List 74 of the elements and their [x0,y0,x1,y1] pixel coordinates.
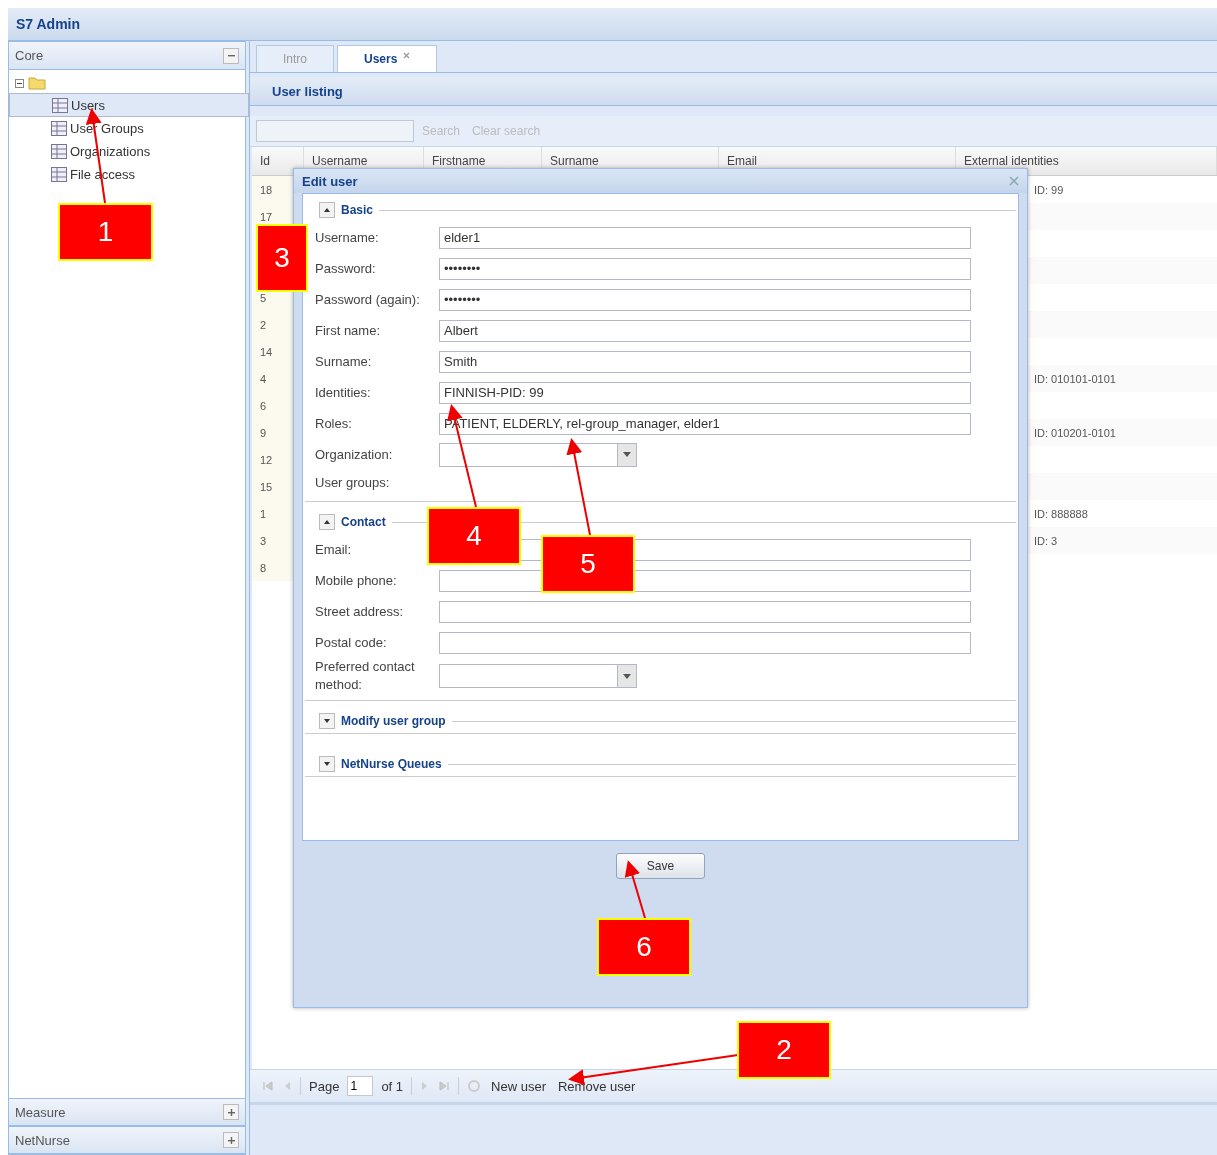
section-title: Contact [341,515,386,529]
folder-icon [28,76,46,90]
callout-tooltip: 5 [541,535,635,593]
field-label: User groups: [315,473,391,492]
page-count: of 1 [381,1078,404,1094]
dialog-title: Edit user [302,173,358,189]
input-field[interactable]: Albert [439,319,971,342]
collapse-icon[interactable] [319,514,335,530]
field-label: Street address: [315,602,405,621]
toolbar-button[interactable]: New user [489,1078,548,1094]
dropdown-arrow-icon [623,452,631,457]
input-field[interactable]: FINNISH-PID: 99 [439,381,971,404]
dropdown-arrow-icon [623,673,631,679]
app-title: S7 Admin [15,16,81,32]
field-label: Username: [315,228,380,247]
save-button[interactable]: Save [616,853,705,879]
table-cell: ID: 010101-0101 [1034,372,1116,385]
callout-tooltip: 1 [58,203,153,261]
close-icon[interactable] [403,51,411,59]
field-label: Surname: [315,352,373,371]
callout-tooltip: 4 [427,507,521,565]
expand-icon[interactable] [223,1132,239,1148]
collapse-icon[interactable] [223,47,239,64]
table-cell: ID: 99 [1034,183,1064,196]
callout-tooltip: 3 [256,224,308,292]
input-field[interactable]: Smith [439,350,971,373]
panel-title: User listing [272,83,343,99]
table-cell: ID: 3 [1034,534,1058,547]
panel-header[interactable]: Core [9,42,245,70]
panel-header[interactable]: NetNurse [9,1126,245,1154]
section-title: Basic [341,203,374,217]
field-label: Postal code: [315,633,388,652]
callout-tooltip: 6 [597,918,691,976]
field-label: Password (again): [315,290,421,309]
field-label: Roles: [315,414,353,433]
page-field[interactable]: 1 [347,1076,374,1096]
panel-title: NetNurse [15,1132,70,1148]
table-icon [52,97,68,113]
field-label: Email: [315,540,353,559]
field-label: Preferred contact method: [315,658,416,694]
tree-item[interactable]: Users [9,93,249,117]
panel-title: Measure [15,1104,66,1120]
search-field[interactable] [256,120,414,142]
input-field[interactable] [439,600,971,623]
panel-title: Core [15,48,44,63]
dropdown-field[interactable] [439,664,637,688]
field-label: Identities: [315,383,372,402]
page-label: Page [309,1078,340,1094]
input-field[interactable] [439,631,971,654]
table-cell: ID: 010201-0101 [1034,426,1116,439]
input-field[interactable]: •••••••• [439,257,971,280]
arrow [624,860,646,919]
field-label: Mobile phone: [315,571,398,590]
toolbar-button[interactable]: Remove user [556,1078,638,1094]
expand-icon[interactable] [223,1104,239,1120]
field-label: Organization: [315,445,394,464]
tab[interactable]: Users [337,45,438,72]
input-field[interactable]: elder1 [439,226,971,249]
section-title: NetNurse Queues [341,757,442,771]
callout-tooltip: 2 [737,1021,831,1079]
collapse-icon[interactable] [319,202,335,218]
field-label: First name: [315,321,381,340]
field-label: Password: [315,259,377,278]
expand-icon[interactable] [319,756,335,772]
expand-icon[interactable] [319,713,335,729]
tree-collapse-icon[interactable] [15,77,27,89]
table-icon [51,121,67,136]
section-title: Modify user group [341,714,446,728]
input-field[interactable]: •••••••• [439,288,971,311]
table-icon [51,144,67,159]
dropdown-field[interactable] [439,442,637,467]
panel-header[interactable]: Measure [9,1098,245,1126]
table-cell: ID: 888888 [1034,507,1088,520]
table-icon [51,167,67,182]
